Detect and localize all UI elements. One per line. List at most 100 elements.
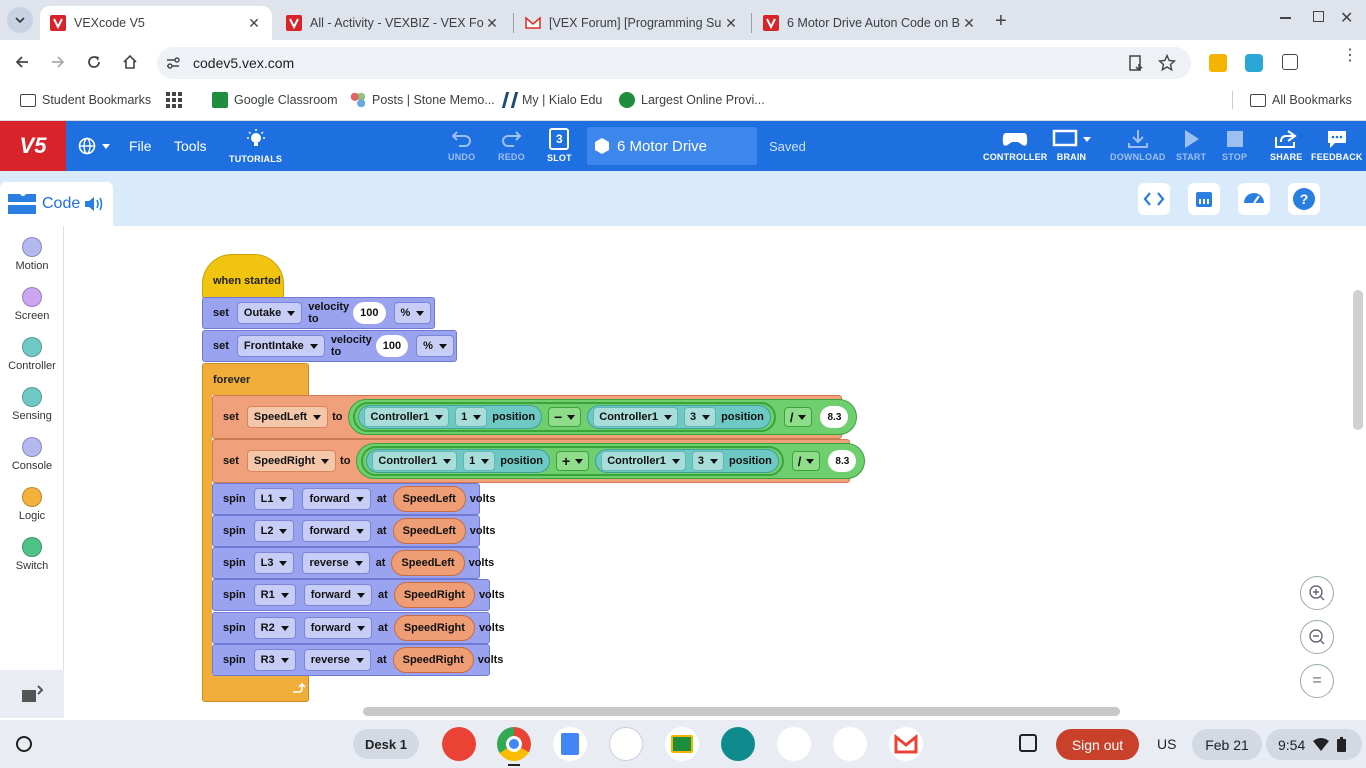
spin-motor-block[interactable]: spin L1 forward at SpeedLeft volts: [212, 483, 495, 515]
operator-dropdown[interactable]: +: [556, 451, 590, 471]
holding-space-icon[interactable]: [1019, 734, 1037, 752]
extension-2-icon[interactable]: [1245, 54, 1263, 72]
variable-reporter[interactable]: SpeedLeft: [392, 486, 466, 512]
velocity-input[interactable]: 100: [353, 302, 386, 324]
home-icon[interactable]: [118, 50, 142, 74]
browser-tab-vexcode[interactable]: VEXcode V5 ✕: [40, 6, 272, 40]
divisor-input[interactable]: 8.3: [828, 450, 857, 472]
motor-dropdown[interactable]: FrontIntake: [236, 335, 325, 357]
cap-app-icon[interactable]: [833, 727, 867, 761]
bookmark-student-bookmarks[interactable]: Student Bookmarks: [20, 92, 151, 108]
category-console[interactable]: Console: [0, 437, 64, 472]
set-variable-block[interactable]: set SpeedRight to Controller1 1 position…: [212, 439, 866, 483]
forward-icon[interactable]: [46, 50, 70, 74]
desk-button[interactable]: Desk 1: [353, 729, 419, 759]
close-tab-icon[interactable]: ✕: [246, 15, 262, 32]
controller-dropdown[interactable]: Controller1: [601, 451, 686, 471]
new-tab-icon[interactable]: +: [995, 10, 1007, 33]
variable-reporter[interactable]: SpeedRight: [393, 582, 475, 608]
direction-dropdown[interactable]: forward: [303, 617, 373, 639]
docs-app-icon[interactable]: [553, 727, 587, 761]
browser-tab-forum[interactable]: [VEX Forum] [Programming Su ✕: [515, 6, 749, 40]
zoom-out-button[interactable]: [1300, 620, 1334, 654]
language-button[interactable]: [78, 137, 110, 155]
redo-button[interactable]: REDO: [498, 129, 525, 162]
tab-search-button[interactable]: [7, 7, 33, 33]
minimize-window-icon[interactable]: [1280, 17, 1291, 19]
photos-app-icon[interactable]: [777, 727, 811, 761]
code-tab[interactable]: Code: [0, 182, 113, 226]
unit-dropdown[interactable]: %: [416, 335, 454, 357]
divisor-input[interactable]: 8.3: [820, 406, 849, 428]
extension-1-icon[interactable]: [1209, 54, 1227, 72]
division-operator[interactable]: Controller1 1 position − Controller1 3 p…: [348, 399, 858, 435]
start-button[interactable]: START: [1176, 129, 1206, 162]
direction-dropdown[interactable]: reverse: [302, 552, 370, 574]
motor-dropdown[interactable]: Outake: [236, 302, 303, 324]
chrome-app-icon[interactable]: [497, 727, 531, 761]
category-screen[interactable]: Screen: [0, 287, 64, 322]
feedback-button[interactable]: FEEDBACK: [1311, 129, 1363, 162]
operator-dropdown[interactable]: −: [548, 407, 582, 427]
controller-position-reporter[interactable]: Controller1 3 position: [587, 405, 771, 429]
operator-dropdown[interactable]: /: [783, 407, 813, 427]
velocity-input[interactable]: 100: [375, 335, 409, 357]
addition-operator[interactable]: Controller1 1 position + Controller1 3 p…: [361, 446, 784, 476]
maximize-window-icon[interactable]: [1313, 11, 1324, 22]
direction-dropdown[interactable]: forward: [303, 584, 373, 606]
download-button[interactable]: DOWNLOAD: [1110, 129, 1166, 162]
horizontal-scrollbar[interactable]: [363, 707, 1120, 716]
sky-app-icon[interactable]: [609, 727, 643, 761]
zoom-reset-button[interactable]: =: [1300, 664, 1334, 698]
axis-dropdown[interactable]: 1: [455, 407, 488, 427]
spin-motor-block[interactable]: spin L2 forward at SpeedLeft volts: [212, 515, 495, 547]
category-motion[interactable]: Motion: [0, 237, 64, 272]
motor-dropdown[interactable]: L1: [253, 488, 295, 510]
category-sensing[interactable]: Sensing: [0, 387, 64, 422]
controller-position-reporter[interactable]: Controller1 3 position: [595, 449, 779, 473]
address-bar[interactable]: codev5.vex.com: [157, 47, 1191, 79]
category-logic[interactable]: Logic: [0, 487, 64, 522]
variable-dropdown[interactable]: SpeedLeft: [246, 406, 329, 428]
launcher-icon[interactable]: [16, 736, 32, 752]
motor-dropdown[interactable]: L2: [253, 520, 295, 542]
dashboard-button[interactable]: [1238, 183, 1270, 215]
controller-dropdown[interactable]: Controller1: [364, 407, 450, 427]
controller-button[interactable]: CONTROLLER: [983, 129, 1048, 162]
motor-dropdown[interactable]: L3: [253, 552, 295, 574]
undo-button[interactable]: UNDO: [448, 129, 475, 162]
apps-grid-icon[interactable]: [166, 92, 188, 108]
reload-icon[interactable]: [82, 50, 106, 74]
variable-reporter[interactable]: SpeedLeft: [391, 550, 465, 576]
unit-dropdown[interactable]: %: [393, 302, 432, 324]
bookmark-star-icon[interactable]: [1158, 54, 1176, 72]
controller-dropdown[interactable]: Controller1: [593, 407, 678, 427]
url-text[interactable]: codev5.vex.com: [193, 55, 294, 71]
axis-dropdown[interactable]: 3: [691, 451, 725, 471]
tutorials-button[interactable]: TUTORIALS: [229, 129, 282, 164]
site-info-icon[interactable]: [165, 55, 181, 71]
canvas-app-icon[interactable]: [442, 727, 476, 761]
stop-button[interactable]: STOP: [1222, 129, 1247, 162]
back-icon[interactable]: [10, 50, 34, 74]
axis-dropdown[interactable]: 1: [463, 451, 496, 471]
motor-dropdown[interactable]: R2: [253, 617, 296, 639]
date-tray[interactable]: Feb 21: [1192, 729, 1262, 760]
browser-menu-icon[interactable]: ⋮: [1342, 48, 1358, 64]
spin-motor-block[interactable]: spin L3 reverse at SpeedLeft volts: [212, 547, 494, 579]
spin-motor-block[interactable]: spin R3 reverse at SpeedRight volts: [212, 644, 503, 676]
set-velocity-block[interactable]: set FrontIntake velocity to 100 %: [202, 330, 457, 362]
operator-dropdown[interactable]: /: [791, 451, 821, 471]
install-app-icon[interactable]: [1127, 54, 1145, 72]
bookmark-posts-stone-memo[interactable]: Posts | Stone Memo...: [350, 92, 495, 108]
set-velocity-block[interactable]: set Outake velocity to 100 %: [202, 297, 435, 329]
spin-motor-block[interactable]: spin R1 forward at SpeedRight volts: [212, 579, 505, 611]
meet-app-icon[interactable]: [721, 727, 755, 761]
browser-tab-vexbiz[interactable]: All - Activity - VEXBIZ - VEX For ✕: [276, 6, 510, 40]
devices-button[interactable]: [1188, 183, 1220, 215]
variable-reporter[interactable]: SpeedRight: [392, 647, 474, 673]
share-button[interactable]: SHARE: [1270, 129, 1303, 162]
bookmark-google-classroom[interactable]: Google Classroom: [212, 92, 338, 108]
tools-menu[interactable]: Tools: [174, 138, 207, 154]
when-started-block[interactable]: when started: [202, 254, 284, 298]
